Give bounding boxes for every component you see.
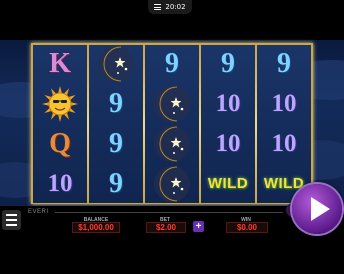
symbol-9: 9 <box>145 44 199 83</box>
symbol-label: 9 <box>221 47 235 79</box>
bet-value[interactable]: $2.00 <box>146 222 186 233</box>
symbol-label: 10 <box>47 170 73 197</box>
symbol-k: K <box>33 44 87 83</box>
symbol-label: Q <box>49 127 71 159</box>
symbol-label: 9 <box>165 47 179 79</box>
symbol-label: 10 <box>271 130 297 157</box>
symbol-9: 9 <box>89 84 143 123</box>
symbol-10: 10 <box>201 84 255 123</box>
symbol-10: 10 <box>257 84 311 123</box>
top-bar: 20:02 <box>0 0 344 40</box>
symbol-label: 10 <box>215 130 241 157</box>
symbol-q: Q <box>33 124 87 163</box>
status-pill[interactable]: 20:02 <box>148 0 192 14</box>
win-value: $0.00 <box>226 222 268 233</box>
symbol-9: 9 <box>89 124 143 163</box>
symbol-9: 9 <box>257 44 311 83</box>
clock: 20:02 <box>165 3 186 11</box>
balance-value: $1,000.00 <box>72 222 120 233</box>
symbol-10: 10 <box>201 124 255 163</box>
symbol-label: 9 <box>109 127 123 159</box>
symbol-label: 9 <box>109 87 123 119</box>
spin-button[interactable] <box>292 184 342 234</box>
symbol-9: 9 <box>201 44 255 83</box>
symbol-10: 10 <box>257 124 311 163</box>
moon-icon <box>145 124 199 163</box>
moon-icon <box>145 164 199 203</box>
symbol-label: 10 <box>271 90 297 117</box>
brand-logo: EVERI <box>28 209 49 215</box>
symbol-9: 9 <box>89 164 143 203</box>
moon-icon <box>89 44 143 83</box>
play-icon <box>311 197 330 221</box>
divider <box>55 212 283 213</box>
symbol-label: WILD <box>263 175 305 192</box>
moon-icon <box>145 84 199 123</box>
wild-symbol: WILD <box>201 164 255 203</box>
hamburger-menu-button[interactable] <box>2 210 21 230</box>
bet-plus-button[interactable]: + <box>193 221 204 232</box>
symbol-label: 10 <box>215 90 241 117</box>
menu-icon[interactable] <box>154 4 162 10</box>
symbol-label: 9 <box>109 167 123 199</box>
symbol-label: WILD <box>207 175 249 192</box>
symbol-label: K <box>49 47 71 79</box>
symbol-10: 10 <box>33 164 87 203</box>
sun-icon <box>33 84 87 123</box>
symbol-label: 9 <box>277 47 291 79</box>
